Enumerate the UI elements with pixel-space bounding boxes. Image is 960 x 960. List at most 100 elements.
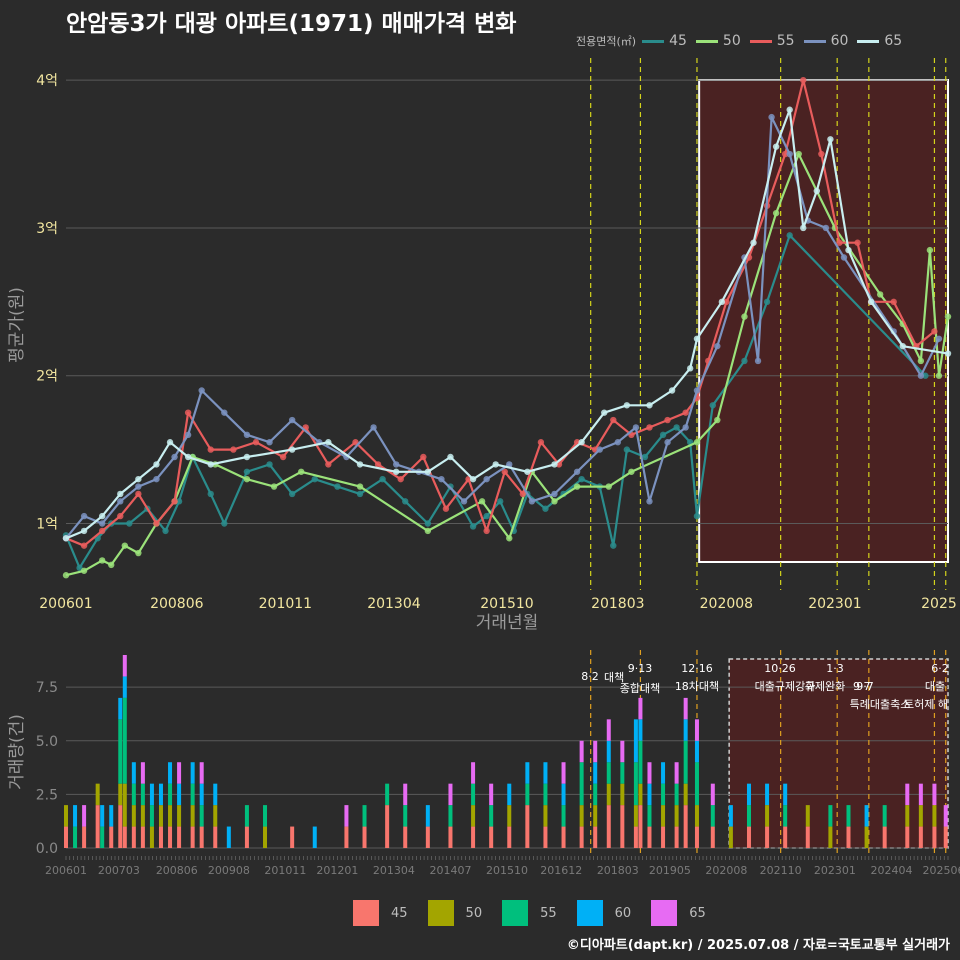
data-point-60 [664,439,671,446]
data-point-50 [926,246,934,254]
event-label: 종합대책 [620,682,660,695]
data-point-60 [483,475,490,483]
event-label: 특례대출축소 [850,698,911,711]
event-date: 6·2 [931,662,949,675]
bar-segment-65 [177,762,182,784]
bar-segment-55 [593,783,598,806]
bar-segment-65 [943,805,948,827]
bar-segment-45 [882,826,887,848]
bar-segment-55 [131,783,136,806]
bar-segment-50 [131,805,136,827]
bar-segment-65 [403,783,408,806]
event-date: 1·3 [826,662,844,675]
data-point-65 [693,335,701,342]
bar-segment-60 [158,783,163,806]
bar-segment-55 [471,783,476,806]
data-point-65 [800,224,807,232]
bar-segment-45 [177,826,182,848]
bar-segment-50 [918,805,923,827]
bar-segment-50 [661,805,666,827]
bar-segment-55 [403,805,408,827]
data-point-65 [469,475,477,483]
bar-segment-55 [647,805,652,827]
bar-segment-50 [932,805,937,827]
bar-segment-65 [606,719,611,741]
data-point-60 [153,475,160,483]
data-point-55 [537,439,545,446]
bar-segment-45 [109,826,114,848]
bar-segment-60 [638,719,643,741]
data-point-65 [424,468,432,475]
data-point-65 [827,136,834,143]
data-point-65 [243,453,251,461]
bar-segment-60 [593,762,598,784]
y-tick-label: 3억 [36,221,58,237]
bar-segment-55 [244,805,249,827]
bar-x-tick-label: 201803 [597,864,639,877]
data-point-65 [813,187,821,195]
bar-segment-50 [593,805,598,827]
data-point-60 [754,357,762,365]
data-point-50 [506,535,513,542]
data-point-55 [442,505,450,512]
bar-segment-50 [471,805,476,827]
bar-segment-65 [344,805,349,827]
data-point-60 [117,498,124,505]
data-point-45 [126,520,133,527]
data-point-50 [478,498,486,505]
bar-segment-45 [82,826,87,848]
bar-segment-55 [100,826,105,848]
event-date: 8·2 [581,670,599,683]
bar-segment-60 [864,805,869,827]
bar-segment-55 [190,783,195,806]
data-point-65 [578,439,585,446]
data-point-60 [221,409,228,416]
data-point-55 [931,328,938,335]
bar-segment-55 [149,805,154,827]
bar-segment-45 [131,826,136,848]
data-point-50 [356,483,364,490]
data-point-50 [270,483,278,490]
bar-segment-60 [606,740,611,763]
event-label: 토허제 해 [904,697,948,711]
x-tick-label: 201803 [591,596,644,612]
data-point-65 [135,475,142,483]
bar-x-tick-label: 201304 [373,864,415,877]
bar-segment-65 [471,762,476,784]
bar-segment-55 [846,805,851,827]
bar-x-tick-label: 201510 [486,864,528,877]
data-point-65 [623,402,631,409]
data-point-50 [573,483,581,490]
event-label: 18차대책 [675,680,719,693]
bar-segment-55 [118,719,123,784]
bar-segment-55 [661,783,666,806]
data-point-65 [207,461,214,468]
data-point-45 [311,475,318,483]
data-point-60 [370,424,377,431]
data-point-45 [243,468,251,475]
bar-segment-45 [448,826,453,848]
bar-segment-60 [199,783,204,806]
bar-segment-60 [168,762,173,784]
bar-segment-55 [448,805,453,827]
bar-x-tick-label: 201407 [429,864,471,877]
data-point-55 [682,409,689,416]
bar-segment-45 [543,826,548,848]
data-point-50 [243,475,251,483]
data-point-50 [628,468,635,475]
x-tick-label: 201304 [367,596,421,612]
data-point-60 [288,416,296,424]
bar-segment-45 [593,826,598,848]
bar-segment-45 [638,805,643,848]
bar-segment-45 [932,826,937,848]
bar-segment-45 [168,826,173,848]
bar-segment-45 [403,826,408,848]
data-point-45 [402,498,409,505]
data-point-55 [610,416,617,424]
legend-bar-item-65: 65 [651,900,706,926]
bar-segment-55 [489,805,494,827]
data-point-65 [944,350,952,357]
data-point-65 [786,106,793,113]
data-point-45 [469,523,477,530]
bar-segment-60 [783,783,788,806]
